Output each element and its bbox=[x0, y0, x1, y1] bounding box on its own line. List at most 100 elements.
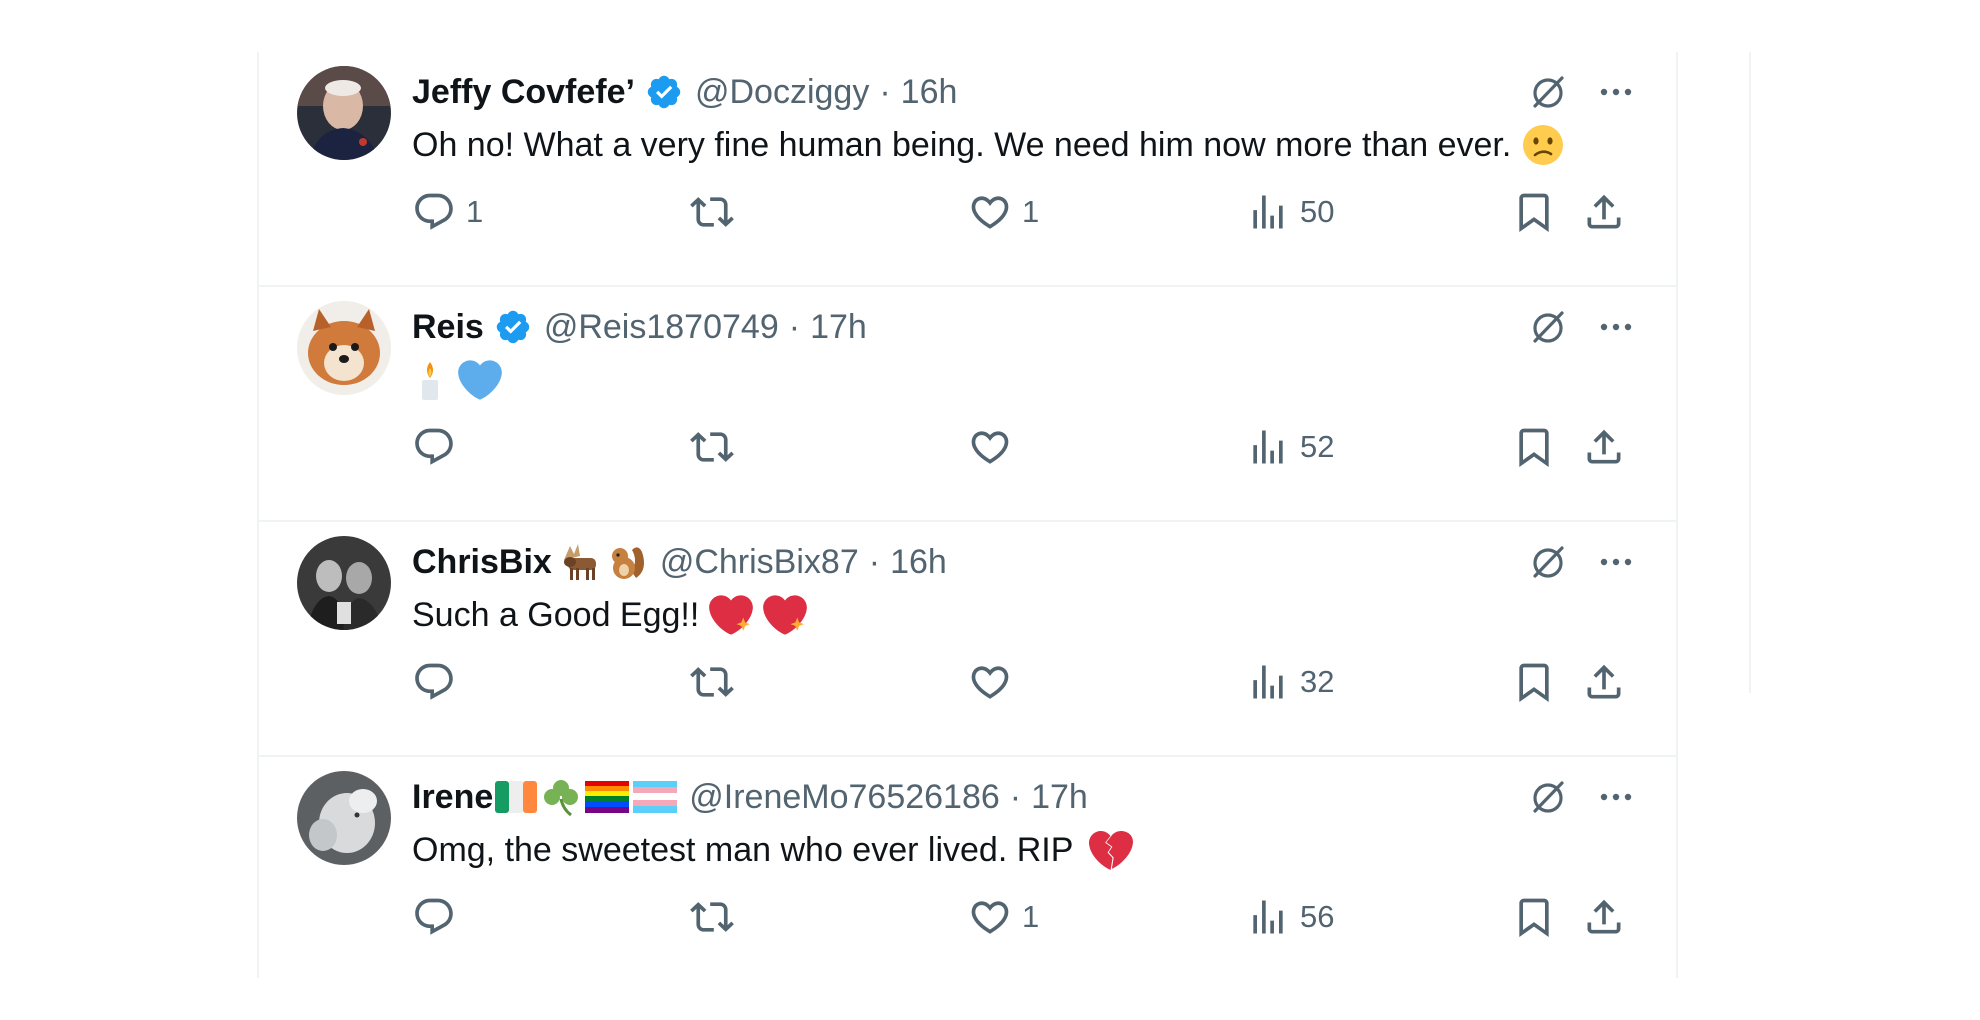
repost-icon bbox=[690, 895, 734, 939]
display-name[interactable]: Jeffy Covfefe’ bbox=[412, 73, 635, 112]
tweet-text bbox=[412, 357, 502, 403]
verified-badge-icon[interactable] bbox=[645, 73, 683, 111]
like-count: 1 bbox=[1022, 899, 1040, 934]
user-handle[interactable]: @Reis1870749 bbox=[544, 308, 779, 347]
tweet-text-content: Such a Good Egg!! bbox=[412, 595, 700, 634]
more-options-icon[interactable] bbox=[1596, 777, 1636, 817]
tweet-text-content: Oh no! What a very fine human being. We … bbox=[412, 125, 1512, 164]
bookmark-button[interactable] bbox=[1512, 652, 1556, 712]
display-name[interactable]: Reis bbox=[412, 308, 484, 347]
timestamp[interactable]: 17h bbox=[810, 308, 867, 347]
share-icon bbox=[1582, 895, 1626, 939]
views-icon bbox=[1246, 425, 1290, 469]
sparkling-heart-emoji bbox=[763, 593, 808, 637]
grok-icon[interactable] bbox=[1528, 72, 1568, 112]
grok-icon[interactable] bbox=[1528, 542, 1568, 582]
heart-icon bbox=[968, 190, 1012, 234]
views-button[interactable]: 56 bbox=[1246, 887, 1334, 947]
share-button[interactable] bbox=[1582, 417, 1626, 477]
reply-tweet[interactable]: Irene @IreneMo76526186 · 17h Omg, the sw… bbox=[259, 757, 1676, 992]
shamrock-emoji bbox=[541, 777, 581, 817]
user-handle[interactable]: @IreneMo76526186 bbox=[689, 778, 1000, 817]
avatar[interactable] bbox=[297, 66, 391, 160]
bookmark-icon bbox=[1512, 660, 1556, 704]
repost-icon bbox=[690, 660, 734, 704]
more-options-icon[interactable] bbox=[1596, 542, 1636, 582]
reply-button[interactable] bbox=[412, 652, 466, 712]
reply-tweet[interactable]: Reis @Reis1870749 · 17h 52 bbox=[259, 287, 1676, 522]
reply-button[interactable] bbox=[412, 417, 466, 477]
separator-dot: · bbox=[788, 307, 801, 346]
share-button[interactable] bbox=[1582, 652, 1626, 712]
like-button[interactable]: 1 bbox=[968, 887, 1039, 947]
avatar[interactable] bbox=[297, 771, 391, 865]
tweet-text: Oh no! What a very fine human being. We … bbox=[412, 122, 1565, 168]
share-icon bbox=[1582, 190, 1626, 234]
views-count: 56 bbox=[1300, 899, 1335, 934]
display-name[interactable]: Irene bbox=[412, 778, 493, 817]
views-count: 52 bbox=[1300, 429, 1335, 464]
views-button[interactable]: 52 bbox=[1246, 417, 1334, 477]
sidebar-divider bbox=[1749, 52, 1751, 693]
verified-badge-icon[interactable] bbox=[494, 308, 532, 346]
user-handle[interactable]: @Docziggy bbox=[695, 73, 869, 112]
sparkling-heart-emoji bbox=[709, 593, 754, 637]
timestamp[interactable]: 17h bbox=[1031, 778, 1088, 817]
timestamp[interactable]: 16h bbox=[890, 543, 947, 582]
repost-button[interactable] bbox=[690, 182, 744, 242]
reply-button[interactable] bbox=[412, 887, 466, 947]
timestamp[interactable]: 16h bbox=[901, 73, 958, 112]
share-icon bbox=[1582, 660, 1626, 704]
name-emojis bbox=[560, 542, 648, 582]
tweet-actions: 52 bbox=[412, 417, 1632, 477]
confused-face-emoji bbox=[1521, 123, 1565, 167]
separator-dot: · bbox=[1009, 777, 1022, 816]
user-handle[interactable]: @ChrisBix87 bbox=[660, 543, 859, 582]
like-button[interactable] bbox=[968, 652, 1022, 712]
tweet-text: Omg, the sweetest man who ever lived. RI… bbox=[412, 827, 1134, 873]
blue-heart-emoji bbox=[458, 358, 502, 402]
repost-button[interactable] bbox=[690, 417, 744, 477]
bookmark-button[interactable] bbox=[1512, 887, 1556, 947]
more-options-icon[interactable] bbox=[1596, 72, 1636, 112]
share-button[interactable] bbox=[1582, 182, 1626, 242]
chipmunk-emoji bbox=[608, 542, 648, 582]
reply-button[interactable]: 1 bbox=[412, 182, 483, 242]
grok-icon[interactable] bbox=[1528, 777, 1568, 817]
views-icon bbox=[1246, 895, 1290, 939]
page: Jeffy Covfefe’ @Docziggy · 16h Oh no! Wh… bbox=[0, 0, 1980, 1020]
like-count: 1 bbox=[1022, 194, 1040, 229]
bookmark-icon bbox=[1512, 425, 1556, 469]
views-count: 50 bbox=[1300, 194, 1335, 229]
bookmark-button[interactable] bbox=[1512, 182, 1556, 242]
more-options-icon[interactable] bbox=[1596, 307, 1636, 347]
like-button[interactable] bbox=[968, 417, 1022, 477]
avatar[interactable] bbox=[297, 536, 391, 630]
like-button[interactable]: 1 bbox=[968, 182, 1039, 242]
reply-tweet[interactable]: ChrisBix @ChrisBix87 · 16h Such a Good E… bbox=[259, 522, 1676, 757]
tweet-header: Reis @Reis1870749 · 17h bbox=[412, 303, 867, 351]
avatar[interactable] bbox=[297, 301, 391, 395]
heart-icon bbox=[968, 895, 1012, 939]
views-button[interactable]: 50 bbox=[1246, 182, 1334, 242]
bookmark-icon bbox=[1512, 895, 1556, 939]
separator-dot: · bbox=[868, 542, 881, 581]
views-count: 32 bbox=[1300, 664, 1335, 699]
tweet-top-actions bbox=[1528, 68, 1636, 116]
bookmark-icon bbox=[1512, 190, 1556, 234]
share-button[interactable] bbox=[1582, 887, 1626, 947]
tweet-top-actions bbox=[1528, 773, 1636, 821]
display-name[interactable]: ChrisBix bbox=[412, 543, 552, 582]
grok-icon[interactable] bbox=[1528, 307, 1568, 347]
views-button[interactable]: 32 bbox=[1246, 652, 1334, 712]
repost-button[interactable] bbox=[690, 652, 744, 712]
reply-icon bbox=[412, 660, 456, 704]
reply-icon bbox=[412, 190, 456, 234]
tweet-header: Jeffy Covfefe’ @Docziggy · 16h bbox=[412, 68, 957, 116]
tweet-top-actions bbox=[1528, 538, 1636, 586]
heart-icon bbox=[968, 425, 1012, 469]
candle-emoji bbox=[412, 358, 448, 402]
bookmark-button[interactable] bbox=[1512, 417, 1556, 477]
repost-button[interactable] bbox=[690, 887, 744, 947]
reply-tweet[interactable]: Jeffy Covfefe’ @Docziggy · 16h Oh no! Wh… bbox=[259, 52, 1676, 287]
